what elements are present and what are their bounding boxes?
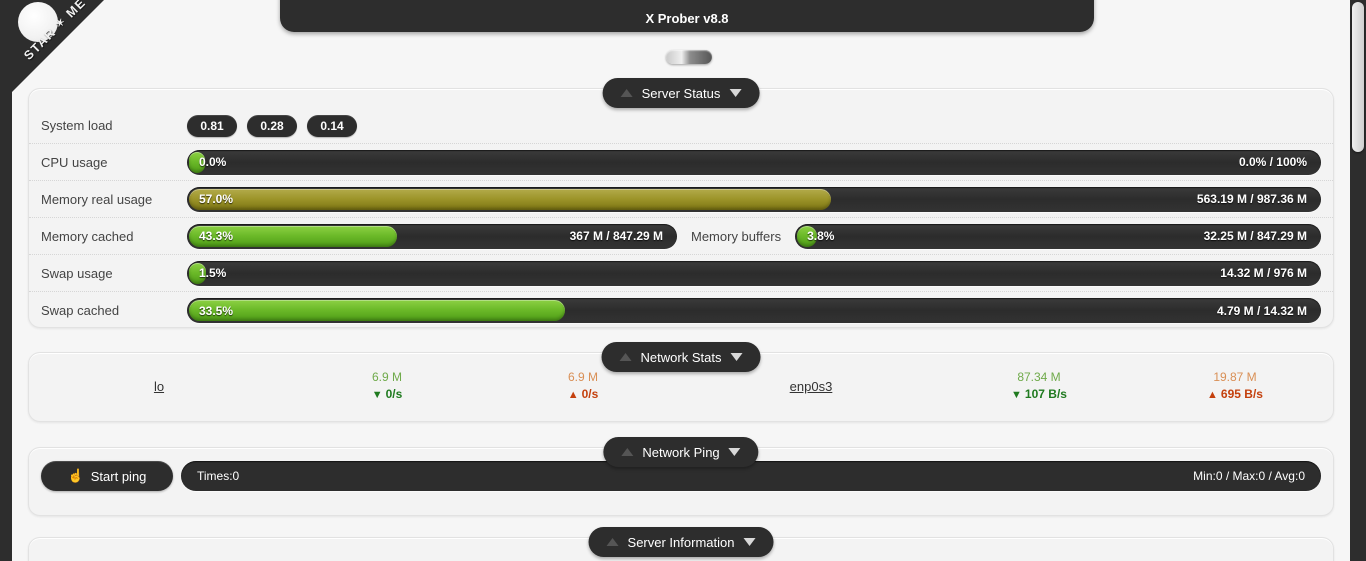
arrow-down-icon: ▼ [371,388,383,401]
system-load-1min: 0.81 [187,114,237,137]
network-upload-rate: ▲ 695 B/s [1137,386,1333,404]
section-header-server-status[interactable]: Server Status [602,78,760,108]
network-download-rate-value: 107 B/s [1024,386,1067,401]
network-interface-lo: lo 6.9 M ▼ 0/s 6.9 M ▲ 0/s [29,369,681,404]
section-title-server-information: Server Information [627,534,735,550]
memory-buffers-percent: 3.8% [807,229,835,243]
swap-cached-percent: 33.5% [199,303,234,318]
arrow-down-icon: ▼ [1011,388,1022,401]
collapse-icon-server-information[interactable] [606,538,619,546]
memory-real-usage-detail: 563.19 M / 987.36 M [1196,192,1307,206]
progressbar-swap-cached-fill [189,300,565,321]
theme-toggle-switch[interactable] [666,50,712,64]
system-load-values: 0.81 0.28 0.14 [187,114,1321,137]
memory-real-usage-percent: 57.0% [199,192,234,206]
ping-stats: Min:0 / Max:0 / Avg:0 [1193,469,1305,483]
section-header-network-ping[interactable]: Network Ping [603,437,759,467]
page-title: X Prober v8.8 [645,11,729,26]
vertical-scrollbar[interactable] [1350,0,1366,561]
chevron-down-icon-network-ping[interactable] [728,448,741,456]
swap-usage-detail: 14.32 M / 976 M [1220,266,1307,280]
progressbar-cpu-usage: 0.0% 0.0% / 100% [187,149,1321,175]
memory-buffers-detail: 32.25 M / 847.29 M [1203,229,1307,243]
pointer-hand-icon: ☝ [67,468,84,483]
label-memory-cached: Memory cached [41,228,134,244]
collapse-all-icon[interactable] [620,89,633,97]
section-header-server-information[interactable]: Server Information [588,527,774,557]
ping-result-field: Times:0 Min:0 / Max:0 / Avg:0 [181,461,1321,491]
start-ping-button[interactable]: ☝ Start ping [41,461,173,491]
network-upload-total: 19.87 M [1213,369,1257,384]
label-memory-buffers: Memory buffers [691,228,782,244]
collapse-icon-network-stats[interactable] [619,353,632,361]
arrow-up-icon: ▲ [1207,388,1218,401]
system-load-15min: 0.14 [307,114,357,137]
memory-cached-percent: 43.3% [199,229,234,243]
network-download-column: 6.9 M ▼ 0/s [289,369,485,404]
chevron-down-icon[interactable] [729,89,742,97]
label-system-load: System load [41,118,113,133]
progressbar-memory-real-usage: 57.0% 563.19 M / 987.36 M [187,186,1321,212]
section-header-network-stats[interactable]: Network Stats [601,342,761,372]
section-title-network-stats: Network Stats [640,349,722,365]
row-swap-usage: Swap usage 1.5% 14.32 M / 976 M [29,255,1333,292]
progressbar-memory-real-usage-fill [189,188,832,210]
network-download-total: 87.34 M [1017,369,1061,384]
section-title-server-status: Server Status [641,85,721,101]
network-upload-rate-value: 0/s [581,386,599,401]
star-me-ribbon[interactable]: STAR ✶ ME [12,0,112,100]
start-ping-button-label: Start ping [90,468,147,484]
network-upload-column: 6.9 M ▲ 0/s [485,369,681,404]
system-load-5min: 0.28 [247,114,297,137]
page-root: STAR ✶ ME X Prober v8.8 Server Status Sy… [12,0,1350,561]
label-memory-real-usage: Memory real usage [41,191,153,207]
progressbar-swap-cached: 33.5% 4.79 M / 14.32 M [187,298,1321,323]
swap-usage-percent: 1.5% [199,266,227,280]
label-swap-cached: Swap cached [41,303,120,318]
progressbar-memory-buffers: 3.8% 32.25 M / 847.29 M [795,223,1321,249]
label-cpu-usage: CPU usage [41,154,108,170]
row-cpu-usage: CPU usage 0.0% 0.0% / 100% [29,144,1333,181]
swap-cached-detail: 4.79 M / 14.32 M [1216,303,1307,318]
network-interface-name[interactable]: enp0s3 [681,379,941,394]
scrollbar-thumb[interactable] [1352,2,1364,152]
cpu-usage-percent: 0.0% [199,155,227,169]
cpu-usage-detail: 0.0% / 100% [1238,155,1307,169]
network-download-rate-value: 0/s [385,386,403,401]
network-upload-rate: ▲ 0/s [485,386,681,404]
network-download-column: 87.34 M ▼ 107 B/s [941,369,1137,404]
arrow-up-icon: ▲ [567,388,579,401]
row-system-load: System load 0.81 0.28 0.14 [29,108,1333,144]
panel-server-status: System load 0.81 0.28 0.14 CPU usage 0.0… [28,88,1334,328]
chevron-down-icon-server-information[interactable] [743,538,756,546]
network-interface-name[interactable]: lo [29,379,289,394]
network-upload-column: 19.87 M ▲ 695 B/s [1137,369,1333,404]
network-interface-enp0s3: enp0s3 87.34 M ▼ 107 B/s 19.87 M ▲ 695 B/s [681,369,1333,404]
label-swap-usage: Swap usage [41,265,113,281]
network-upload-rate-value: 695 B/s [1220,386,1263,401]
progressbar-memory-cached: 43.3% 367 M / 847.29 M [187,223,677,249]
row-memory-real-usage: Memory real usage 57.0% 563.19 M / 987.3… [29,181,1333,218]
network-download-total: 6.9 M [371,369,402,384]
row-swap-cached: Swap cached 33.5% 4.79 M / 14.32 M [29,292,1333,329]
app-title-bar: X Prober v8.8 [280,0,1094,32]
memory-cached-detail: 367 M / 847.29 M [569,229,663,243]
network-download-rate: ▼ 0/s [289,386,485,404]
progressbar-swap-usage: 1.5% 14.32 M / 976 M [187,260,1321,286]
ping-times: Times:0 [197,469,240,483]
chevron-down-icon-network-stats[interactable] [730,353,743,361]
row-memory-cached: Memory cached 43.3% 367 M / 847.29 M Mem… [29,218,1333,255]
network-download-rate: ▼ 107 B/s [941,386,1137,404]
section-title-network-ping: Network Ping [642,444,720,460]
collapse-icon-network-ping[interactable] [621,448,634,456]
